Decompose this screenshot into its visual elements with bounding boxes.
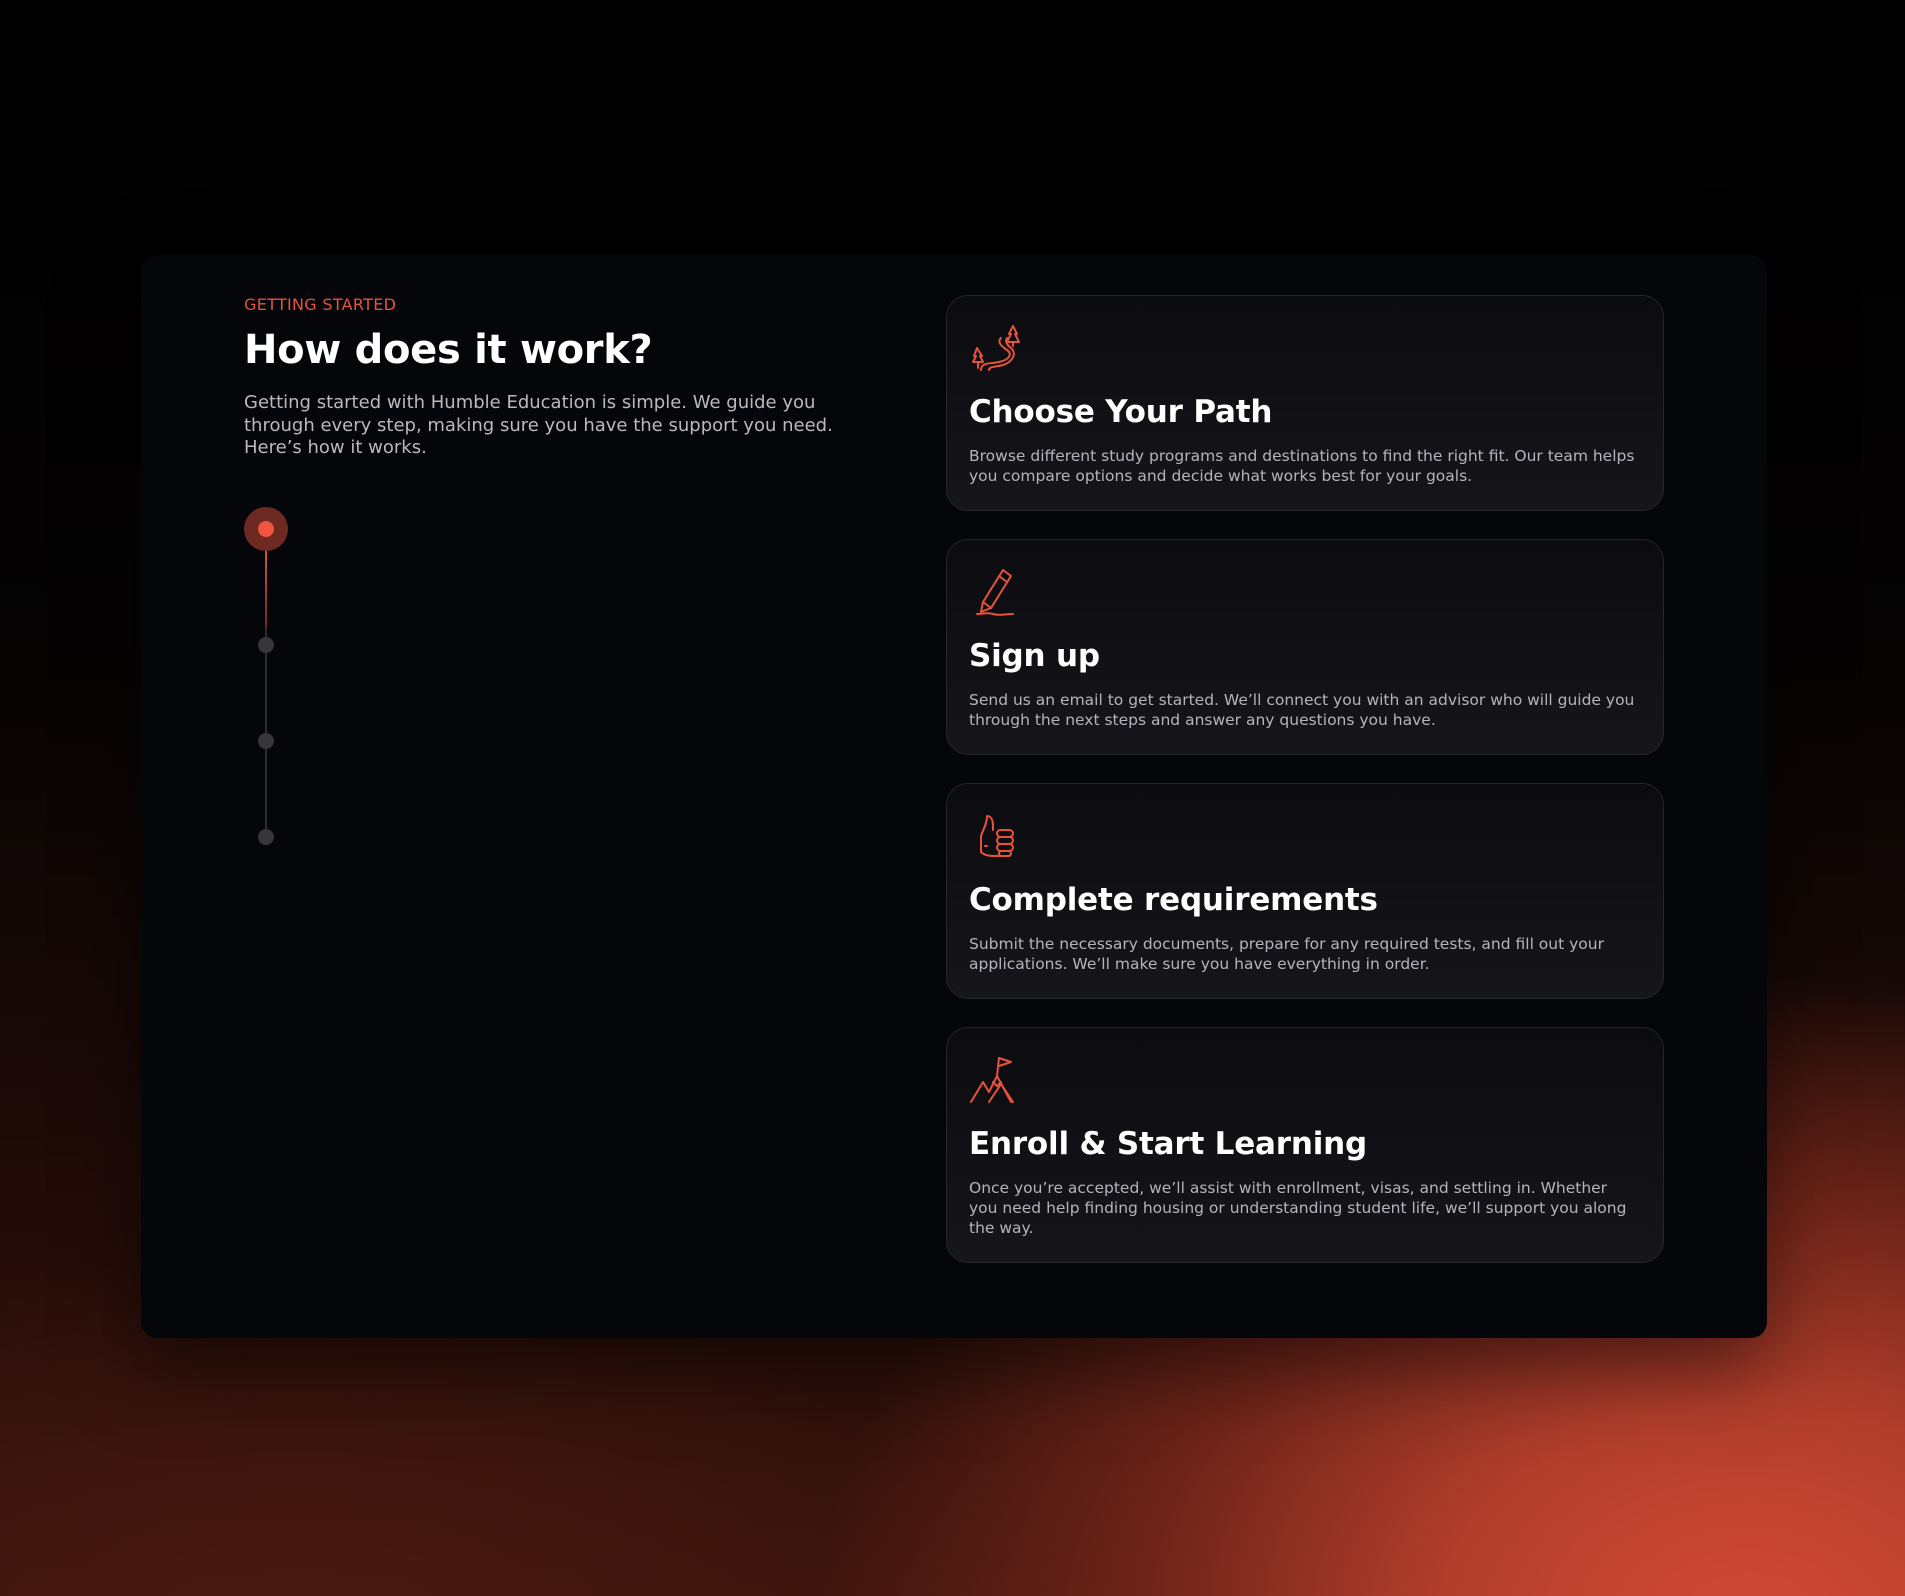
- winding-path-icon: [972, 325, 1020, 371]
- how-it-works-panel: GETTING STARTED How does it work? Gettin…: [141, 255, 1767, 1338]
- timeline-progress-line: [265, 547, 267, 627]
- step-card-sign-up[interactable]: Sign up Send us an email to get started.…: [946, 539, 1664, 755]
- step-title: Complete requirements: [969, 882, 1378, 918]
- pencil-icon: [976, 569, 1014, 616]
- step-title: Sign up: [969, 638, 1100, 674]
- thumbs-up-icon: [980, 815, 1014, 857]
- timeline-step-1-active[interactable]: [244, 507, 288, 551]
- step-description: Send us an email to get started. We’ll c…: [969, 691, 1635, 729]
- step-description: Once you’re accepted, we’ll assist with …: [969, 1179, 1627, 1237]
- section-eyebrow: GETTING STARTED: [244, 295, 397, 314]
- progress-timeline: [244, 507, 288, 851]
- step-description: Browse different study programs and dest…: [969, 447, 1635, 485]
- section-title: How does it work?: [244, 327, 653, 373]
- mountain-flag-icon: [970, 1057, 1014, 1103]
- timeline-step-4[interactable]: [258, 829, 274, 845]
- timeline-step-3[interactable]: [258, 733, 274, 749]
- step-card-complete-requirements[interactable]: Complete requirements Submit the necessa…: [946, 783, 1664, 999]
- step-card-enroll-start-learning[interactable]: Enroll & Start Learning Once you’re acce…: [946, 1027, 1664, 1263]
- section-description: Getting started with Humble Education is…: [244, 392, 833, 458]
- step-title: Enroll & Start Learning: [969, 1126, 1368, 1162]
- timeline-step-2[interactable]: [258, 637, 274, 653]
- step-card-choose-your-path[interactable]: Choose Your Path Browse different study …: [946, 295, 1664, 511]
- step-title: Choose Your Path: [969, 394, 1273, 430]
- step-description: Submit the necessary documents, prepare …: [969, 935, 1604, 973]
